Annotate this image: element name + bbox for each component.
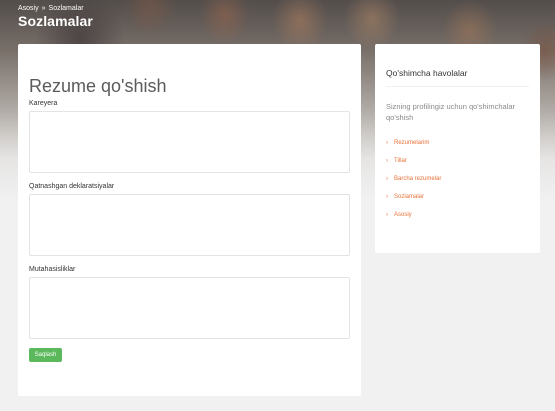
chevron-right-icon: › xyxy=(386,176,388,182)
specialties-textarea[interactable] xyxy=(29,277,350,339)
save-button[interactable]: Saqlash xyxy=(29,348,62,362)
chevron-right-icon: › xyxy=(386,140,388,146)
sidebar-description: Sizning profilingiz uchun qo'shimchalar … xyxy=(386,102,516,122)
sidebar-link-label: Asosiy xyxy=(394,212,412,218)
page-title: Sozlamalar xyxy=(18,13,93,29)
declarations-textarea[interactable] xyxy=(29,194,350,256)
sidebar-link-resumes[interactable]: › Rezumelarim xyxy=(386,140,429,146)
chevron-right-icon: › xyxy=(386,194,388,200)
sidebar-link-label: Barcha rezumelar xyxy=(394,176,442,182)
breadcrumb-current: Sozlamalar xyxy=(48,5,84,12)
sidebar-link-settings[interactable]: › Sozlamalar xyxy=(386,194,424,200)
chevron-right-icon: › xyxy=(386,158,388,164)
sidebar-link-label: Tillar xyxy=(394,158,407,164)
chevron-right-icon: › xyxy=(386,212,388,218)
resume-form-card: Rezume qo'shish Kareyera Qatnashgan dekl… xyxy=(18,44,361,396)
sidebar-divider xyxy=(386,86,529,87)
sidebar-link-label: Rezumelarim xyxy=(394,140,430,146)
extra-links-card: Qo'shimcha havolalar Sizning profilingiz… xyxy=(375,44,540,253)
breadcrumb-home[interactable]: Asosiy xyxy=(18,5,39,12)
form-title: Rezume qo'shish xyxy=(29,76,167,96)
declarations-label: Qatnashgan deklaratsiyalar xyxy=(29,183,115,190)
sidebar-link-home[interactable]: › Asosiy xyxy=(386,212,412,218)
sidebar-link-all-resumes[interactable]: › Barcha rezumelar xyxy=(386,176,441,182)
specialties-label: Mutahasisliklar xyxy=(29,266,76,273)
sidebar-title: Qo'shimcha havolalar xyxy=(386,68,468,78)
breadcrumb: Asosiy» Sozlamalar xyxy=(18,5,84,12)
sidebar-link-languages[interactable]: › Tillar xyxy=(386,158,407,164)
sidebar-link-label: Sozlamalar xyxy=(394,194,425,200)
breadcrumb-separator: » xyxy=(41,5,46,12)
career-textarea[interactable] xyxy=(29,111,350,173)
career-label: Kareyera xyxy=(29,100,58,107)
